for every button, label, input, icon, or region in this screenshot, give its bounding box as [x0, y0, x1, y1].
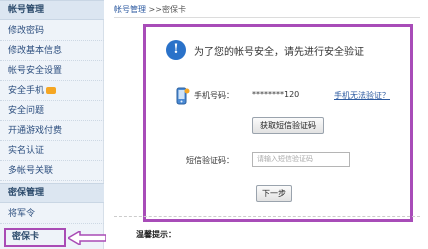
sidebar-item-security-phone[interactable]: 安全手机	[0, 81, 104, 101]
breadcrumb-separator: >>	[146, 5, 162, 14]
sidebar-item-security-question[interactable]: 安全问题	[0, 101, 104, 121]
hot-badge-icon	[46, 87, 57, 94]
sidebar-item-multi-account[interactable]: 多帐号关联	[0, 161, 104, 181]
sidebar: 帐号管理 修改密码 修改基本信息 帐号安全设置 安全手机 安全问题 开通游戏付费…	[0, 0, 104, 249]
sidebar-item-change-password[interactable]: 修改密码	[0, 21, 104, 41]
verification-title: 为了您的帐号安全，请先进行安全验证	[194, 47, 364, 58]
info-icon: !	[166, 40, 186, 60]
arrow-left-icon	[68, 231, 106, 245]
divider	[114, 216, 420, 217]
breadcrumb-current: 密保卡	[161, 5, 186, 14]
sidebar-item-realname[interactable]: 实名认证	[0, 141, 104, 161]
sidebar-item-security-card[interactable]: 密保卡	[4, 228, 66, 247]
phone-number-label: 手机号码：	[194, 91, 234, 100]
sidebar-item-label: 安全手机	[8, 86, 45, 96]
phone-number-value: ********120	[252, 90, 300, 99]
sidebar-item-security-settings[interactable]: 帐号安全设置	[0, 61, 104, 81]
tips-title: 温馨提示：	[136, 230, 176, 239]
mobile-phone-icon	[176, 87, 190, 105]
sms-code-input[interactable]: 请输入短信验证码	[252, 152, 350, 167]
verification-panel: ! 为了您的帐号安全，请先进行安全验证 手机号码： ********120 手机…	[143, 24, 413, 222]
sidebar-section-account: 帐号管理	[0, 0, 104, 20]
sidebar-item-edit-info[interactable]: 修改基本信息	[0, 41, 104, 61]
breadcrumb-parent[interactable]: 帐号管理	[114, 5, 146, 14]
breadcrumb: 帐号管理 >>密保卡	[114, 4, 420, 18]
sms-code-label: 短信验证码：	[186, 156, 234, 165]
sidebar-section-security: 密保管理	[0, 183, 104, 203]
phone-unavailable-link[interactable]: 手机无法验证？	[334, 90, 390, 101]
sidebar-item-game-payment[interactable]: 开通游戏付费	[0, 121, 104, 141]
next-step-button[interactable]: 下一步	[256, 185, 292, 202]
get-sms-code-button[interactable]: 获取短信验证码	[252, 117, 324, 134]
sidebar-item-token[interactable]: 将军令	[0, 204, 104, 224]
